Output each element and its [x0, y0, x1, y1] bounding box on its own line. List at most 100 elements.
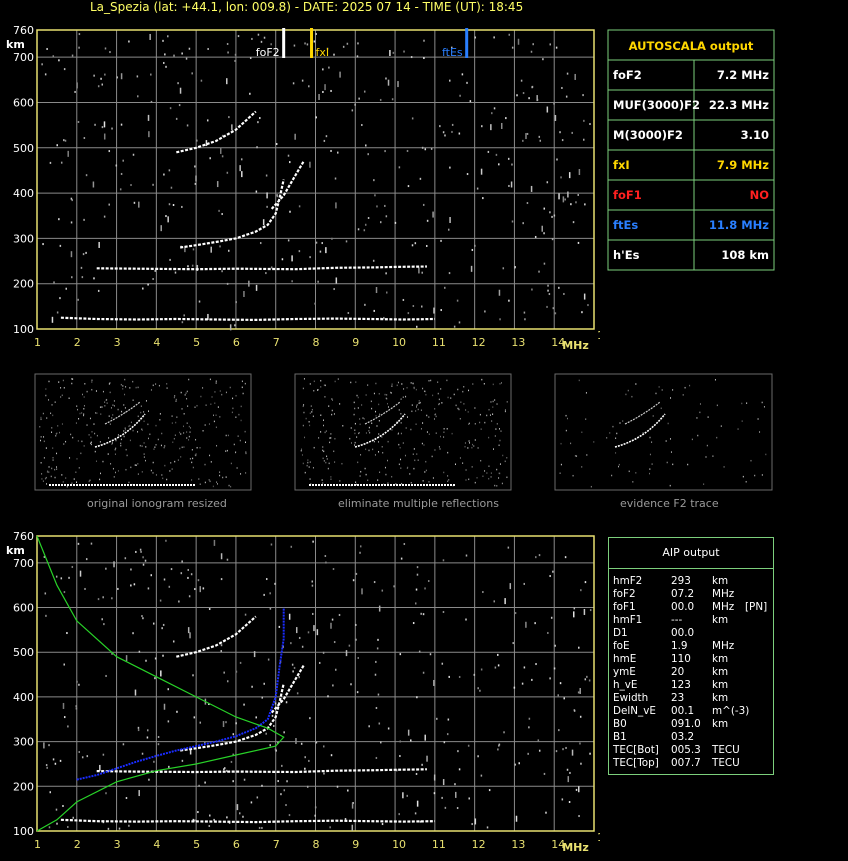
thumbnail-noise	[308, 466, 310, 468]
thumbnail-noise	[409, 473, 411, 475]
thumbnail-noise	[368, 449, 370, 452]
thumbnail-noise	[325, 430, 327, 432]
noise-echo	[583, 293, 586, 300]
thumbnail-noise	[425, 460, 427, 463]
noise-echo	[208, 824, 211, 827]
noise-echo	[493, 107, 496, 110]
thumbnail-noise	[723, 466, 725, 468]
thumbnail-noise	[373, 392, 375, 395]
noise-echo	[327, 695, 329, 698]
thumbnail-noise	[468, 389, 470, 392]
y-tick-label: 300	[13, 736, 34, 749]
noise-echo	[508, 184, 510, 187]
noise-echo	[300, 742, 303, 745]
thumbnail-noise	[160, 444, 162, 447]
thumbnail-noise	[651, 463, 653, 465]
thumbnail-noise	[72, 378, 74, 380]
thumbnail-noise	[357, 461, 359, 464]
noise-echo	[325, 247, 327, 254]
noise-echo	[183, 314, 185, 317]
noise-echo	[105, 567, 107, 570]
thumbnail-noise	[402, 442, 404, 444]
noise-echo	[298, 676, 301, 679]
thumbnail-noise	[113, 405, 115, 407]
thumbnail-noise	[90, 443, 92, 446]
thumbnail-noise	[387, 402, 389, 405]
thumbnail-noise	[486, 472, 488, 474]
thumbnail-noise	[130, 466, 132, 469]
aip-name: foF2	[613, 588, 636, 600]
thumbnail-noise	[401, 482, 403, 485]
thumbnail-noise	[468, 440, 470, 442]
thumbnail-noise	[330, 476, 332, 478]
noise-echo	[223, 768, 225, 771]
noise-echo	[543, 207, 546, 210]
true-height-profile	[76, 607, 285, 781]
noise-echo	[142, 556, 144, 559]
thumbnail-noise	[354, 429, 356, 431]
noise-echo	[456, 807, 459, 810]
noise-echo	[555, 750, 558, 753]
noise-echo	[288, 613, 291, 620]
noise-echo	[538, 270, 540, 273]
noise-echo	[503, 731, 505, 734]
noise-echo	[329, 826, 331, 829]
thumbnail-noise	[391, 475, 393, 478]
noise-echo	[449, 79, 451, 82]
aip-name: B0	[613, 718, 627, 730]
noise-echo	[491, 112, 493, 115]
noise-echo	[394, 221, 397, 224]
thumbnail-noise	[135, 386, 137, 389]
noise-echo	[179, 87, 182, 94]
aip-value: 07.2	[671, 588, 695, 600]
noise-echo	[416, 566, 419, 569]
noise-echo	[399, 755, 401, 758]
noise-echo	[186, 124, 189, 127]
noise-echo	[178, 600, 180, 603]
thumbnail-noise	[41, 473, 43, 475]
noise-echo	[213, 539, 216, 546]
thumbnail-noise	[418, 402, 420, 404]
thumbnail-noise	[400, 432, 402, 435]
thumbnail-noise	[208, 479, 210, 481]
thumbnail-noise	[490, 472, 492, 474]
thumbnail-noise	[89, 417, 91, 420]
noise-echo	[307, 631, 310, 634]
thumbnail-noise	[230, 485, 232, 488]
y-axis-label: km	[6, 544, 25, 557]
thumbnail-noise	[84, 383, 86, 385]
thumbnail-noise	[174, 434, 176, 436]
noise-echo	[125, 797, 128, 800]
thumbnail-noise	[365, 432, 367, 434]
y-tick-label: 600	[13, 96, 34, 109]
thumbnail-noise	[313, 446, 315, 449]
thumbnail-noise	[386, 397, 388, 400]
noise-echo	[393, 585, 395, 588]
noise-echo	[387, 79, 390, 86]
thumbnail-noise	[333, 450, 335, 453]
noise-echo	[549, 43, 551, 46]
noise-echo	[122, 743, 125, 746]
noise-echo	[133, 583, 136, 586]
thumbnail-noise	[390, 392, 392, 394]
noise-echo	[98, 241, 100, 248]
noise-echo	[502, 267, 505, 270]
thumbnail-noise	[219, 390, 221, 392]
thumbnail-noise	[128, 481, 130, 484]
marker-label-ftes: ftEs	[442, 46, 463, 59]
noise-echo	[379, 221, 382, 224]
thumbnail-noise	[417, 408, 419, 411]
x-tick-label: 10	[392, 838, 406, 851]
noise-echo	[378, 722, 381, 725]
noise-echo	[45, 614, 47, 617]
thumbnail-noise	[423, 444, 425, 446]
noise-echo	[150, 574, 153, 577]
ionogram-aip-chart: 123456789101112131415MHz1002003004005006…	[6, 530, 600, 854]
thumbnail-noise	[141, 429, 143, 431]
noise-echo	[552, 307, 555, 310]
noise-echo	[100, 77, 102, 80]
thumbnail-noise	[417, 459, 419, 461]
thumbnail-noise	[195, 454, 197, 457]
thumbnail-noise	[63, 443, 65, 445]
thumbnail-noise	[328, 405, 330, 407]
